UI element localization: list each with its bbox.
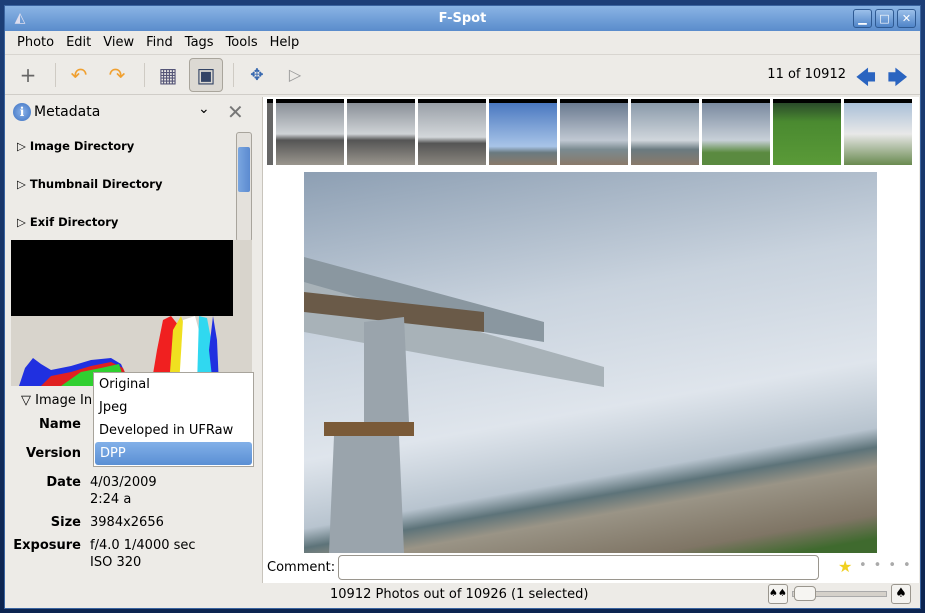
main-photo <box>304 172 877 553</box>
slideshow-button[interactable]: ▷ <box>278 58 312 92</box>
thumbnail[interactable] <box>489 99 557 165</box>
separator <box>55 62 56 87</box>
version-dropdown-menu: Original Jpeg Developed in UFRaw DPP <box>93 372 254 467</box>
histogram-chart <box>19 316 219 386</box>
thumbnail[interactable] <box>773 99 841 165</box>
version-option-dpp[interactable]: DPP <box>95 442 252 465</box>
separator <box>233 62 234 87</box>
version-option-ufraw[interactable]: Developed in UFRaw <box>94 419 253 442</box>
zoom-out-button[interactable]: ♠♠ <box>768 584 788 604</box>
sidebar-title: Metadata <box>34 104 101 120</box>
image-info-expander[interactable]: ▽ Image In <box>21 393 92 408</box>
window-title: F-Spot <box>438 11 487 26</box>
tree-label: Image Directory <box>29 139 135 153</box>
status-text: 10912 Photos out of 10926 (1 selected) <box>330 587 589 602</box>
fspot-logo-icon: ◭ <box>14 10 26 26</box>
comment-input[interactable] <box>338 555 819 580</box>
maximize-button[interactable]: □ <box>875 9 894 28</box>
name-label: Name <box>38 417 81 432</box>
minimize-button[interactable]: ▁ <box>853 9 872 28</box>
menu-tags[interactable]: Tags <box>179 35 220 50</box>
histogram <box>11 240 252 386</box>
close-sidebar-icon[interactable]: ✕ <box>227 100 244 124</box>
menu-tools[interactable]: Tools <box>220 35 264 50</box>
app-window: ◭ F-Spot ▁ □ ✕ Photo Edit View Find Tags… <box>4 5 921 609</box>
scrollbar-thumb[interactable] <box>238 147 250 192</box>
import-button[interactable]: + <box>11 58 45 92</box>
thumbnail[interactable] <box>702 99 770 165</box>
rotate-left-icon: ↶ <box>70 62 88 87</box>
menu-photo[interactable]: Photo <box>11 35 60 50</box>
thumbnail[interactable] <box>347 99 415 165</box>
previous-photo-button[interactable]: 🡄 <box>855 63 876 97</box>
menu-help[interactable]: Help <box>264 35 306 50</box>
next-photo-button[interactable]: 🡆 <box>887 63 908 97</box>
thumbnail[interactable] <box>267 99 273 165</box>
version-option-original[interactable]: Original <box>94 373 253 396</box>
menu-find[interactable]: Find <box>140 35 179 50</box>
status-bar: 10912 Photos out of 10926 (1 selected) ♠… <box>5 583 920 608</box>
photo-view: Comment: ★ •••• <box>262 97 919 583</box>
edit-image-icon: ▣ <box>196 62 216 87</box>
thumbnail[interactable] <box>418 99 486 165</box>
exposure-label: Exposure <box>13 538 81 553</box>
browse-grid-icon: ▦ <box>158 62 178 87</box>
zoom-in-button[interactable]: ♠ <box>891 584 911 604</box>
rotate-left-button[interactable]: ↶ <box>62 58 96 92</box>
tree-item-image-directory[interactable]: ▷ Image Directory <box>11 131 237 169</box>
metadata-scrollbar[interactable] <box>236 132 252 242</box>
rating-empty-dots[interactable]: •••• <box>859 558 918 573</box>
tree-item-thumbnail-directory[interactable]: ▷ Thumbnail Directory <box>11 169 237 207</box>
fullscreen-icon: ✥ <box>250 65 264 84</box>
plus-icon: + <box>19 62 37 87</box>
rating-star-icon[interactable]: ★ <box>838 557 852 576</box>
edit-image-button[interactable]: ▣ <box>189 57 223 92</box>
play-icon: ▷ <box>288 65 302 84</box>
thumbnail[interactable] <box>631 99 699 165</box>
date-value: 4/03/2009 <box>90 475 157 490</box>
photo-position: 11 of 10912 <box>767 67 846 82</box>
menu-edit[interactable]: Edit <box>60 35 97 50</box>
large-tree-icon: ♠ <box>895 586 907 601</box>
info-icon: i <box>13 103 31 121</box>
tree-label: Thumbnail Directory <box>29 177 163 191</box>
thumbnail[interactable] <box>560 99 628 165</box>
title-bar: ◭ F-Spot ▁ □ ✕ <box>5 6 920 31</box>
menu-bar: Photo Edit View Find Tags Tools Help <box>5 31 920 55</box>
comment-label: Comment: <box>267 560 336 575</box>
version-option-jpeg[interactable]: Jpeg <box>94 396 253 419</box>
toolbar: + ↶ ↷ ▦ ▣ ✥ ▷ 11 of 10912 🡄 🡆 <box>5 55 920 95</box>
zoom-slider-handle[interactable] <box>794 586 816 601</box>
small-trees-icon: ♠♠ <box>769 588 787 599</box>
sidebar-dropdown-chevron-icon[interactable]: ⌄ <box>198 101 210 117</box>
rotate-right-button[interactable]: ↷ <box>100 58 134 92</box>
date-label: Date <box>46 475 81 490</box>
sidebar: i Metadata ⌄ ✕ ▷ Image Directory ▷ Thumb… <box>5 97 258 583</box>
time-value: 2:24 a <box>90 492 132 507</box>
version-label: Version <box>26 446 81 461</box>
metadata-tree: ▷ Image Directory ▷ Thumbnail Directory … <box>11 131 237 241</box>
exposure-value: f/4.0 1/4000 sec <box>90 538 196 553</box>
section-label: Image In <box>35 393 93 408</box>
iso-value: ISO 320 <box>90 555 142 570</box>
rotate-right-icon: ↷ <box>108 62 126 87</box>
browse-button[interactable]: ▦ <box>151 58 185 92</box>
thumbnail[interactable] <box>844 99 912 165</box>
photo-content <box>304 257 604 553</box>
fullscreen-button[interactable]: ✥ <box>240 58 274 92</box>
thumbnail-strip[interactable] <box>267 99 912 169</box>
tree-label: Exif Directory <box>29 215 119 229</box>
close-window-button[interactable]: ✕ <box>897 9 916 28</box>
size-value: 3984x2656 <box>90 515 164 530</box>
menu-view[interactable]: View <box>97 35 140 50</box>
size-label: Size <box>50 515 81 530</box>
sidebar-header: i Metadata ⌄ ✕ <box>5 97 258 127</box>
separator <box>144 62 145 87</box>
thumbnail[interactable] <box>276 99 344 165</box>
